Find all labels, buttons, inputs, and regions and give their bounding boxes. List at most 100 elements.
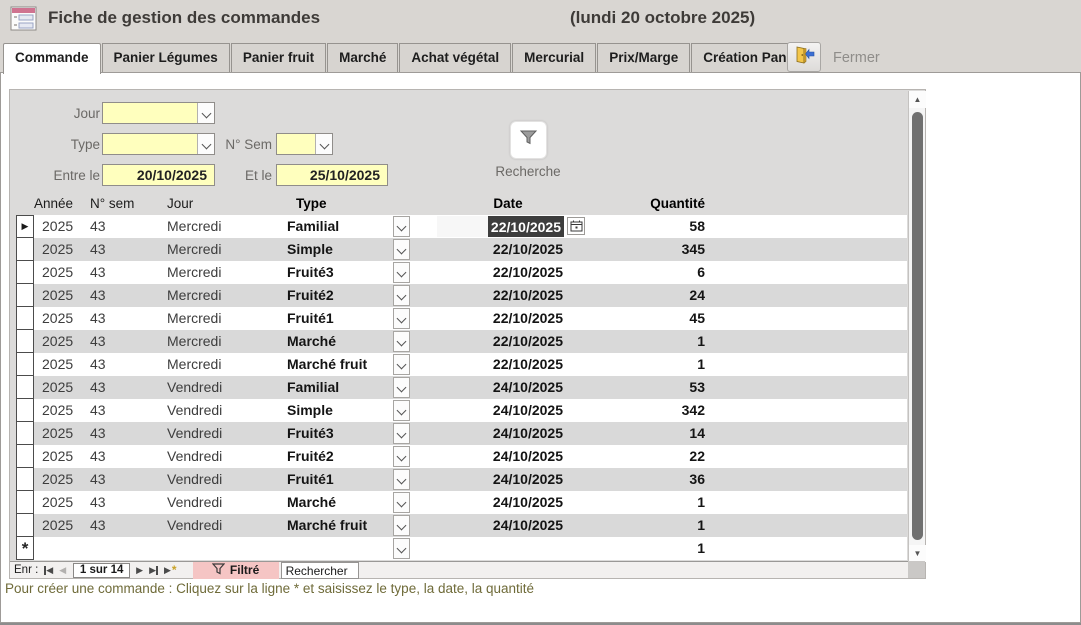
type-dropdown-button[interactable] <box>393 469 410 490</box>
search-filter-button[interactable] <box>510 121 547 159</box>
cell-annee: 2025 <box>42 517 73 533</box>
record-selector[interactable] <box>16 307 34 330</box>
record-position-box[interactable]: 1 sur 14 <box>73 563 130 578</box>
type-dropdown-button[interactable] <box>393 377 410 398</box>
type-dropdown-button[interactable] <box>393 446 410 467</box>
cell-sem: 43 <box>90 425 106 441</box>
new-record-row[interactable]: *1 <box>16 537 907 560</box>
tab-commande[interactable]: Commande <box>3 43 101 74</box>
cell-annee: 2025 <box>42 494 73 510</box>
cell-sem: 43 <box>90 448 106 464</box>
filtered-label: Filtré <box>230 563 259 577</box>
cell-date: 22/10/2025 <box>439 333 563 349</box>
tab-achat-v-g-tal[interactable]: Achat végétal <box>399 43 511 72</box>
date-input-focused[interactable]: 22/10/2025 <box>437 216 564 237</box>
table-row[interactable]: 202543MercrediSimple22/10/2025345 <box>16 238 907 261</box>
table-row[interactable]: 202543VendrediMarché fruit24/10/20251 <box>16 514 907 537</box>
tab-panier-fruit[interactable]: Panier fruit <box>231 43 326 72</box>
orders-table: ▶202543MercrediFamilial22/10/20255820254… <box>16 215 907 560</box>
cell-annee: 2025 <box>42 448 73 464</box>
cell-date: 24/10/2025 <box>439 494 563 510</box>
table-row[interactable]: 202543MercrediMarché22/10/20251 <box>16 330 907 353</box>
first-record-button[interactable]: ◀ <box>44 565 53 576</box>
table-row[interactable]: 202543VendrediSimple24/10/2025342 <box>16 399 907 422</box>
record-selector[interactable] <box>16 238 34 261</box>
sem-label: N° Sem <box>210 137 272 152</box>
table-row[interactable]: 202543VendrediFruité224/10/202522 <box>16 445 907 468</box>
record-selector[interactable] <box>16 399 34 422</box>
cell-type: Fruité3 <box>287 425 334 441</box>
type-dropdown-button[interactable] <box>393 492 410 513</box>
cell-jour: Mercredi <box>167 333 221 349</box>
type-dropdown-button[interactable] <box>393 354 410 375</box>
close-button[interactable] <box>787 42 821 72</box>
type-dropdown-button[interactable] <box>393 331 410 352</box>
record-selector[interactable] <box>16 330 34 353</box>
type-dropdown-button[interactable] <box>393 423 410 444</box>
record-selector[interactable] <box>16 284 34 307</box>
type-dropdown-button[interactable] <box>393 308 410 329</box>
type-dropdown-button[interactable] <box>393 515 410 536</box>
record-selector[interactable] <box>16 261 34 284</box>
previous-record-button[interactable]: ◀ <box>59 565 66 576</box>
table-row[interactable]: 202543MercrediMarché fruit22/10/20251 <box>16 353 907 376</box>
vertical-scrollbar[interactable]: ▲ ▼ <box>908 91 925 562</box>
last-record-button[interactable]: ▶ <box>149 565 158 576</box>
tab-mercurial[interactable]: Mercurial <box>512 43 596 72</box>
filtered-toggle[interactable]: Filtré <box>193 562 279 579</box>
type-combobox[interactable] <box>102 133 215 155</box>
cell-type: Marché <box>287 333 336 349</box>
scrollbar-thumb[interactable] <box>912 112 923 540</box>
cell-type: Fruité3 <box>287 264 334 280</box>
chevron-down-icon[interactable] <box>315 134 332 154</box>
table-row[interactable]: 202543MercrediFruité322/10/20256 <box>16 261 907 284</box>
table-row[interactable]: 202543MercrediFruité222/10/202524 <box>16 284 907 307</box>
cell-date: 24/10/2025 <box>439 425 563 441</box>
table-row[interactable]: 202543MercrediFruité122/10/202545 <box>16 307 907 330</box>
record-selector[interactable] <box>16 491 34 514</box>
table-row[interactable]: ▶202543MercrediFamilial22/10/202558 <box>16 215 907 238</box>
next-record-button[interactable]: ▶ <box>136 565 143 576</box>
search-button-label: Recherche <box>473 164 583 179</box>
cell-date: 24/10/2025 <box>439 517 563 533</box>
current-record-selector[interactable]: ▶ <box>16 215 34 238</box>
type-dropdown-button[interactable] <box>393 538 410 559</box>
row-band: 202543VendrediFruité224/10/202522 <box>34 445 907 468</box>
scroll-up-icon[interactable]: ▲ <box>909 91 926 108</box>
table-row[interactable]: 202543VendrediMarché24/10/20251 <box>16 491 907 514</box>
tab-prix-marge[interactable]: Prix/Marge <box>597 43 690 72</box>
tab-march-[interactable]: Marché <box>327 43 398 72</box>
type-dropdown-button[interactable] <box>393 400 410 421</box>
table-row[interactable]: 202543VendrediFamilial24/10/202553 <box>16 376 907 399</box>
cell-sem: 43 <box>90 471 106 487</box>
record-selector[interactable] <box>16 468 34 491</box>
type-dropdown-button[interactable] <box>393 216 410 237</box>
type-dropdown-button[interactable] <box>393 285 410 306</box>
date-from-field[interactable]: 20/10/2025 <box>102 164 215 186</box>
record-selector[interactable] <box>16 353 34 376</box>
cell-sem: 43 <box>90 402 106 418</box>
chevron-down-icon[interactable] <box>197 103 214 123</box>
tab-panier-l-gumes[interactable]: Panier Légumes <box>102 43 230 72</box>
date-to-field[interactable]: 25/10/2025 <box>276 164 388 186</box>
record-selector[interactable] <box>16 514 34 537</box>
new-record-selector[interactable]: * <box>16 537 34 560</box>
new-record-button[interactable]: ▶* <box>164 565 177 576</box>
table-row[interactable]: 202543VendrediFruité324/10/202514 <box>16 422 907 445</box>
record-selector[interactable] <box>16 376 34 399</box>
row-band: 202543VendrediFruité324/10/202514 <box>34 422 907 445</box>
table-row[interactable]: 202543VendrediFruité124/10/202536 <box>16 468 907 491</box>
row-band: 202543MercrediSimple22/10/2025345 <box>34 238 907 261</box>
cell-type: Fruité1 <box>287 310 334 326</box>
type-dropdown-button[interactable] <box>393 262 410 283</box>
cell-sem: 43 <box>90 241 106 257</box>
cell-annee: 2025 <box>42 218 73 234</box>
sem-combobox[interactable] <box>276 133 333 155</box>
scroll-down-icon[interactable]: ▼ <box>909 545 926 562</box>
row-band: 202543VendrediFruité124/10/202536 <box>34 468 907 491</box>
jour-combobox[interactable] <box>102 102 215 124</box>
record-selector[interactable] <box>16 445 34 468</box>
record-selector[interactable] <box>16 422 34 445</box>
record-search-input[interactable]: Rechercher <box>281 562 359 579</box>
type-dropdown-button[interactable] <box>393 239 410 260</box>
